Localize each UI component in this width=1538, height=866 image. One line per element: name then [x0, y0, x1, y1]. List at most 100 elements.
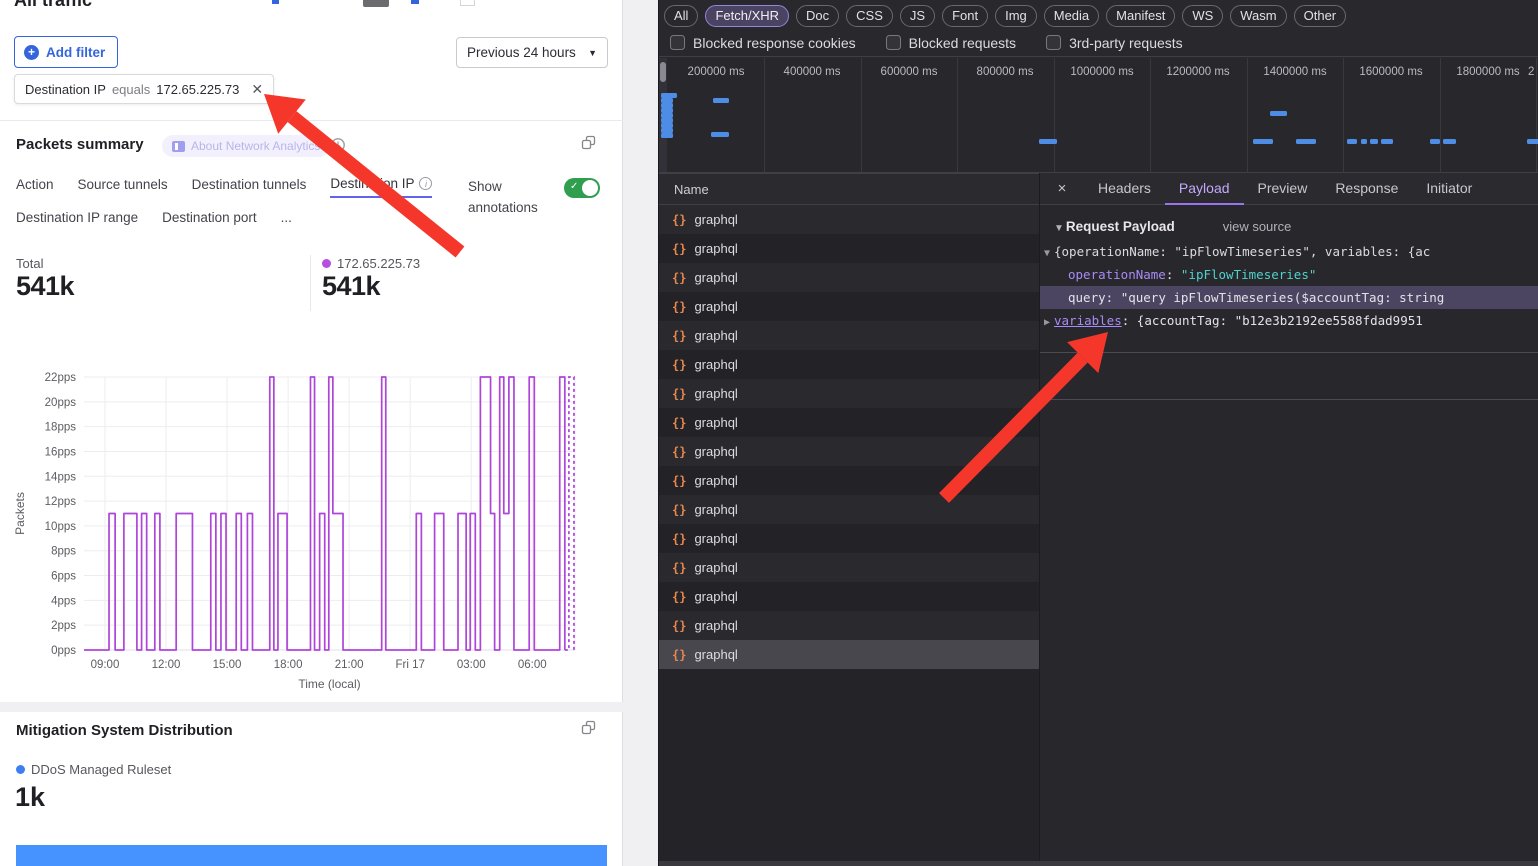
- filter-pill-js[interactable]: JS: [900, 5, 935, 27]
- request-timing-mark: [1296, 139, 1316, 144]
- request-row[interactable]: {}graphql: [659, 437, 1039, 466]
- request-timing-mark: [1370, 139, 1378, 144]
- name-column-header[interactable]: Name: [659, 173, 1039, 205]
- request-row[interactable]: {}graphql: [659, 321, 1039, 350]
- checkbox-box[interactable]: [670, 35, 685, 50]
- request-row[interactable]: {}graphql: [659, 582, 1039, 611]
- packets-series-line-dashed-tail: [565, 377, 574, 650]
- detail-tab-payload[interactable]: Payload: [1165, 173, 1244, 205]
- json-braces-icon: {}: [672, 445, 686, 459]
- tab-destination-ip[interactable]: Destination IPi: [330, 176, 432, 198]
- request-row[interactable]: {}graphql: [659, 524, 1039, 553]
- series-color-dot: [322, 259, 331, 268]
- checkbox-label: Blocked response cookies: [693, 35, 856, 51]
- payload-property-query[interactable]: query: "query ipFlowTimeseries($accountT…: [1040, 286, 1538, 309]
- filter-pill-doc[interactable]: Doc: [796, 5, 839, 27]
- tab-action[interactable]: Action: [16, 176, 54, 198]
- checkbox-blocked-requests[interactable]: Blocked requests: [886, 35, 1016, 51]
- checkbox-box[interactable]: [1046, 35, 1061, 50]
- copy-icon[interactable]: [581, 720, 597, 736]
- x-axis-tick-label: 18:00: [274, 659, 303, 671]
- view-source-link[interactable]: view source: [1223, 219, 1292, 234]
- filter-pill-media[interactable]: Media: [1044, 5, 1099, 27]
- y-axis-tick-label: 16pps: [45, 446, 77, 458]
- payload-separator: :: [1166, 267, 1181, 282]
- info-icon[interactable]: i: [419, 177, 432, 190]
- detail-tab-initiator[interactable]: Initiator: [1412, 173, 1486, 205]
- filter-pill-all[interactable]: All: [664, 5, 698, 27]
- x-axis-tick-label: 15:00: [213, 659, 242, 671]
- detail-tab-headers[interactable]: Headers: [1084, 173, 1165, 205]
- add-filter-button[interactable]: + Add filter: [14, 36, 118, 68]
- request-row[interactable]: {}graphql: [659, 640, 1039, 669]
- copy-icon[interactable]: [581, 135, 597, 151]
- y-axis-tick-label: 18pps: [45, 422, 77, 434]
- detail-tab-response[interactable]: Response: [1321, 173, 1412, 205]
- filter-pill-img[interactable]: Img: [995, 5, 1037, 27]
- request-row[interactable]: {}graphql: [659, 611, 1039, 640]
- about-network-analytics-badge[interactable]: About Network Analytics: [162, 135, 330, 157]
- request-row[interactable]: {}graphql: [659, 205, 1039, 234]
- waterfall-gridline: [764, 58, 765, 173]
- request-row[interactable]: {}graphql: [659, 263, 1039, 292]
- y-axis-tick-label: 0pps: [51, 645, 76, 657]
- json-braces-icon: {}: [672, 358, 686, 372]
- network-filter-checkboxes: Blocked response cookies Blocked requests…: [659, 29, 1538, 57]
- payload-key: query: [1068, 290, 1106, 305]
- request-row[interactable]: {}graphql: [659, 379, 1039, 408]
- request-row[interactable]: {}graphql: [659, 466, 1039, 495]
- filter-pill-font[interactable]: Font: [942, 5, 988, 27]
- waterfall-scroll-thumb[interactable]: [660, 62, 666, 82]
- remove-filter-icon[interactable]: ✕: [251, 81, 263, 98]
- request-timing-mark: [1381, 139, 1393, 144]
- filter-pill-manifest[interactable]: Manifest: [1106, 5, 1175, 27]
- waterfall-gridline: [957, 58, 958, 173]
- y-axis-tick-label: 2pps: [51, 620, 76, 632]
- tab-source-tunnels[interactable]: Source tunnels: [78, 176, 168, 198]
- tab-destination-tunnels[interactable]: Destination tunnels: [192, 176, 307, 198]
- request-row[interactable]: {}graphql: [659, 234, 1039, 263]
- network-waterfall-overview[interactable]: 200000 ms400000 ms600000 ms800000 ms1000…: [659, 58, 1538, 173]
- payload-property-operationName[interactable]: operationName: "ipFlowTimeseries": [1040, 263, 1538, 286]
- payload-preview-line[interactable]: ▼{operationName: "ipFlowTimeseries", var…: [1040, 240, 1538, 263]
- request-payload-title[interactable]: ▼Request Payload: [1054, 219, 1175, 234]
- checkbox-blocked-response-cookies[interactable]: Blocked response cookies: [670, 35, 856, 51]
- tab-destination-ip-range[interactable]: Destination IP range: [16, 210, 138, 230]
- payload-key: variables: [1054, 313, 1122, 328]
- request-row[interactable]: {}graphql: [659, 350, 1039, 379]
- waterfall-gridline: [1440, 58, 1441, 173]
- payload-separator: :: [1106, 290, 1121, 305]
- payload-divider: [1040, 399, 1538, 400]
- request-row[interactable]: {}graphql: [659, 553, 1039, 582]
- json-braces-icon: {}: [672, 329, 686, 343]
- stat-destination-ip: 172.65.225.73 541k: [322, 256, 420, 302]
- request-row[interactable]: {}graphql: [659, 408, 1039, 437]
- filter-pill-ws[interactable]: WS: [1182, 5, 1223, 27]
- checkbox-3rd-party-requests[interactable]: 3rd-party requests: [1046, 35, 1183, 51]
- show-annotations-toggle[interactable]: ✓: [564, 178, 600, 198]
- request-name: graphql: [694, 502, 737, 517]
- waterfall-time-label: 600000 ms: [881, 66, 938, 78]
- tab--[interactable]: ...: [281, 210, 292, 230]
- filter-pill-css[interactable]: CSS: [846, 5, 893, 27]
- request-timing-mark: [1527, 139, 1538, 144]
- tab-label: Destination port: [162, 210, 257, 225]
- request-row[interactable]: {}graphql: [659, 495, 1039, 524]
- y-axis-title: Packets: [13, 492, 27, 535]
- request-name: graphql: [694, 415, 737, 430]
- filter-pill-other[interactable]: Other: [1294, 5, 1347, 27]
- request-row[interactable]: {}graphql: [659, 292, 1039, 321]
- tab-destination-port[interactable]: Destination port: [162, 210, 257, 230]
- checkbox-box[interactable]: [886, 35, 901, 50]
- close-icon[interactable]: ×: [1040, 180, 1084, 197]
- filter-chip[interactable]: Destination IP equals 172.65.225.73 ✕: [14, 74, 274, 104]
- payload-property-variables[interactable]: ▶variables: {accountTag: "b12e3b2192ee55…: [1040, 309, 1538, 332]
- stat-total-label: Total: [16, 256, 74, 271]
- time-range-dropdown[interactable]: Previous 24 hours ▼: [456, 37, 608, 68]
- detail-tab-preview[interactable]: Preview: [1244, 173, 1322, 205]
- expand-triangle-icon[interactable]: ▶: [1040, 311, 1054, 332]
- y-axis-tick-label: 8pps: [51, 546, 76, 558]
- filter-pill-fetch-xhr[interactable]: Fetch/XHR: [705, 5, 789, 27]
- filter-pill-wasm[interactable]: Wasm: [1230, 5, 1286, 27]
- x-axis-tick-label: 06:00: [518, 659, 547, 671]
